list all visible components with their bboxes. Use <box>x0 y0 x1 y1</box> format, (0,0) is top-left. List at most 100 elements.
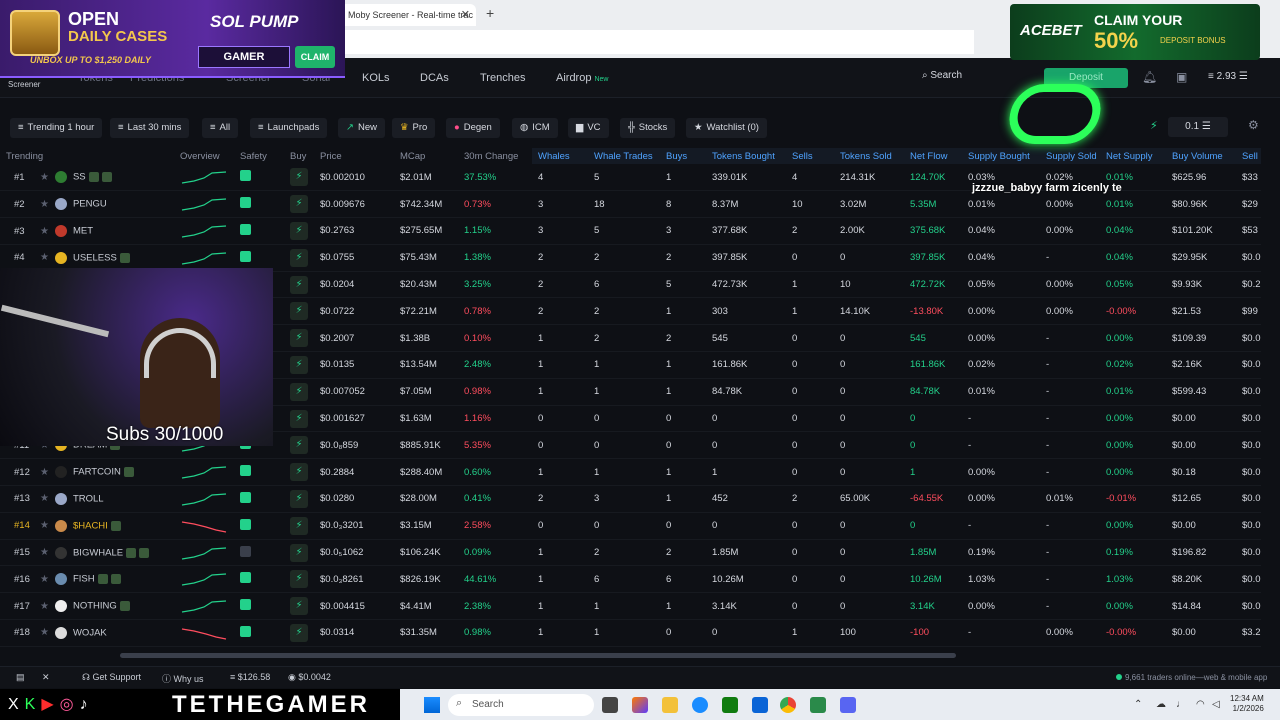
col-supply-bought[interactable]: Supply Bought <box>962 148 1040 164</box>
bolt-icon[interactable]: ⚡︎ <box>290 382 308 401</box>
buy-cell[interactable]: ⚡︎ <box>284 297 314 326</box>
close-tab-icon[interactable]: ✕ <box>461 8 470 21</box>
token-cell[interactable]: #15 ★ BIGWHALE <box>0 539 174 567</box>
col-supply-sold[interactable]: Supply Sold <box>1040 148 1100 164</box>
wallet-icon[interactable]: ▣ <box>1176 70 1187 84</box>
table-row[interactable]: #15 ★ BIGWHALE ⚡︎ $0.0₅1062 $106.24K 0.09% 1 2 2 1… <box>0 539 1261 567</box>
buy-cell[interactable]: ⚡︎ <box>284 565 314 594</box>
buy-cell[interactable]: ⚡︎ <box>284 351 314 379</box>
mic-icon[interactable]: ♩ <box>1176 699 1186 710</box>
acebet-ad-banner[interactable]: ACEBET CLAIM YOUR 50% DEPOSIT BONUS <box>1010 4 1260 60</box>
nav-trenches[interactable]: Trenches <box>480 72 525 84</box>
overview-sparkline[interactable] <box>174 458 234 487</box>
buy-cell[interactable]: ⚡︎ <box>284 164 314 192</box>
search-button[interactable]: ⌕ Search <box>922 70 1032 88</box>
table-row[interactable]: #12 ★ FARTCOIN ⚡︎ $0.2884 $288.40M 0.60% 1 1 1 1 0 0… <box>0 458 1261 487</box>
col-buy-volume[interactable]: Buy Volume <box>1166 148 1236 164</box>
bolt-icon[interactable]: ⚡︎ <box>290 195 308 214</box>
buy-cell[interactable]: ⚡︎ <box>284 324 314 353</box>
bolt-icon[interactable]: ⚡︎ <box>290 221 308 240</box>
pro-filter[interactable]: ♛ Pro <box>392 118 436 138</box>
watchlist-filter[interactable]: ★ Watchlist (0) <box>686 118 767 138</box>
col-buy[interactable]: Buy <box>284 148 314 164</box>
buy-cell[interactable]: ⚡︎ <box>284 190 314 219</box>
table-row[interactable]: #3 ★ MET ⚡︎ $0.2763 $275.65M 1.15% 3 5 3 377.68K 2 2… <box>0 217 1261 245</box>
table-row[interactable]: #16 ★ FISH ⚡︎ $0.0₃8261 $826.19K 44.61% 1 6 6 10.2… <box>0 565 1261 594</box>
balance-display[interactable]: ≡ 2.93 ☰ <box>1208 71 1248 82</box>
overview-sparkline[interactable] <box>174 512 234 540</box>
nav-dcas[interactable]: DCAs <box>420 72 449 84</box>
stocks-filter[interactable]: ╬ Stocks <box>620 118 676 138</box>
bolt-icon[interactable]: ⚡︎ <box>290 516 308 535</box>
trending-filter[interactable]: ≡ Trending 1 hour <box>10 118 103 138</box>
buy-cell[interactable]: ⚡︎ <box>284 431 314 460</box>
bolt-icon[interactable]: ⚡︎ <box>290 248 308 267</box>
buy-cell[interactable]: ⚡︎ <box>284 539 314 567</box>
nav-kols[interactable]: KOLs <box>362 72 390 84</box>
col-buys[interactable]: Buys <box>660 148 706 164</box>
copilot-icon[interactable] <box>632 697 648 713</box>
col-overview[interactable]: Overview <box>174 148 234 164</box>
buy-cell[interactable]: ⚡︎ <box>284 485 314 513</box>
gear-icon[interactable]: ⚙ <box>1248 118 1259 132</box>
col-sell-volume[interactable]: Sell <box>1236 148 1261 164</box>
col-price[interactable]: Price <box>314 148 394 164</box>
degen-filter[interactable]: ● Degen <box>446 118 500 138</box>
buy-cell[interactable]: ⚡︎ <box>284 458 314 487</box>
overview-sparkline[interactable] <box>174 592 234 621</box>
star-icon[interactable]: ★ <box>40 601 49 612</box>
table-row[interactable]: #17 ★ NOTHING ⚡︎ $0.004415 $4.41M 2.38% 1 1 1 3.14… <box>0 592 1261 621</box>
token-cell[interactable]: #18 ★ WOJAK <box>0 619 174 647</box>
overview-sparkline[interactable] <box>174 619 234 647</box>
star-icon[interactable]: ★ <box>40 252 49 263</box>
col-net-flow[interactable]: Net Flow <box>904 148 962 164</box>
bolt-icon[interactable]: ⚡︎ <box>290 623 308 642</box>
buy-amount-input[interactable]: 0.1 ☰ <box>1168 117 1228 137</box>
buy-cell[interactable]: ⚡︎ <box>284 244 314 272</box>
x-icon[interactable]: ✕ <box>42 672 50 683</box>
col-trending[interactable]: Trending <box>0 148 174 164</box>
wifi-icon[interactable]: ◠ <box>1196 699 1205 710</box>
horizontal-scrollbar[interactable] <box>120 653 956 658</box>
token-cell[interactable]: #17 ★ NOTHING <box>0 592 174 621</box>
col-change[interactable]: 30m Change <box>458 148 532 164</box>
bolt-icon[interactable]: ⚡︎ <box>290 489 308 508</box>
buy-cell[interactable]: ⚡︎ <box>284 271 314 299</box>
new-filter[interactable]: ↗ New <box>338 118 385 138</box>
buy-cell[interactable]: ⚡︎ <box>284 405 314 433</box>
star-icon[interactable]: ★ <box>40 493 49 504</box>
bolt-icon[interactable]: ⚡︎ <box>290 302 308 321</box>
buy-cell[interactable]: ⚡︎ <box>284 592 314 621</box>
taskbar-clock[interactable]: 12:34 AM 1/2/2026 <box>1230 694 1264 714</box>
buy-cell[interactable]: ⚡︎ <box>284 619 314 647</box>
overview-sparkline[interactable] <box>174 164 234 192</box>
table-row[interactable]: #14 ★ $HACHI ⚡︎ $0.0₃3201 $3.15M 2.58% 0 0 0 0 0 0 0-… <box>0 512 1261 540</box>
col-tokens-bought[interactable]: Tokens Bought <box>706 148 786 164</box>
table-row[interactable]: #13 ★ TROLL ⚡︎ $0.0280 $28.00M 0.41% 2 3 1 452 2 65.… <box>0 485 1261 513</box>
overview-sparkline[interactable] <box>174 539 234 567</box>
app-icon[interactable] <box>810 697 826 713</box>
nav-airdrop[interactable]: Airdrop New <box>556 72 608 84</box>
why-us-link[interactable]: ⓘ Why us <box>162 672 204 685</box>
bolt-icon[interactable]: ⚡︎ <box>290 543 308 562</box>
star-icon[interactable]: ★ <box>40 520 49 531</box>
ad-claim-button[interactable]: CLAIM <box>295 46 335 68</box>
star-icon[interactable]: ★ <box>40 172 49 183</box>
buy-cell[interactable]: ⚡︎ <box>284 217 314 245</box>
star-icon[interactable]: ★ <box>40 467 49 478</box>
col-whales[interactable]: Whales <box>532 148 588 164</box>
star-icon[interactable]: ★ <box>40 627 49 638</box>
bolt-icon[interactable]: ⚡︎ <box>290 409 308 428</box>
star-icon[interactable]: ★ <box>40 547 49 558</box>
token-cell[interactable]: #13 ★ TROLL <box>0 485 174 513</box>
token-cell[interactable]: #12 ★ FARTCOIN <box>0 458 174 487</box>
bell-icon[interactable]: 🔔︎ <box>1142 70 1157 84</box>
volume-icon[interactable]: ◁ <box>1212 699 1220 710</box>
taskbar-search[interactable]: ⌕ Search <box>448 694 594 716</box>
store-icon[interactable] <box>752 697 768 713</box>
vc-filter[interactable]: ▆ VC <box>568 118 609 138</box>
bolt-icon[interactable]: ⚡︎ <box>290 570 308 589</box>
cloud-icon[interactable]: ☁ <box>1156 699 1166 710</box>
token-cell[interactable]: #14 ★ $HACHI <box>0 512 174 540</box>
table-row[interactable]: #2 ★ PENGU ⚡︎ $0.009676 $742.34M 0.73% 3 18 8 8.37… <box>0 190 1261 219</box>
